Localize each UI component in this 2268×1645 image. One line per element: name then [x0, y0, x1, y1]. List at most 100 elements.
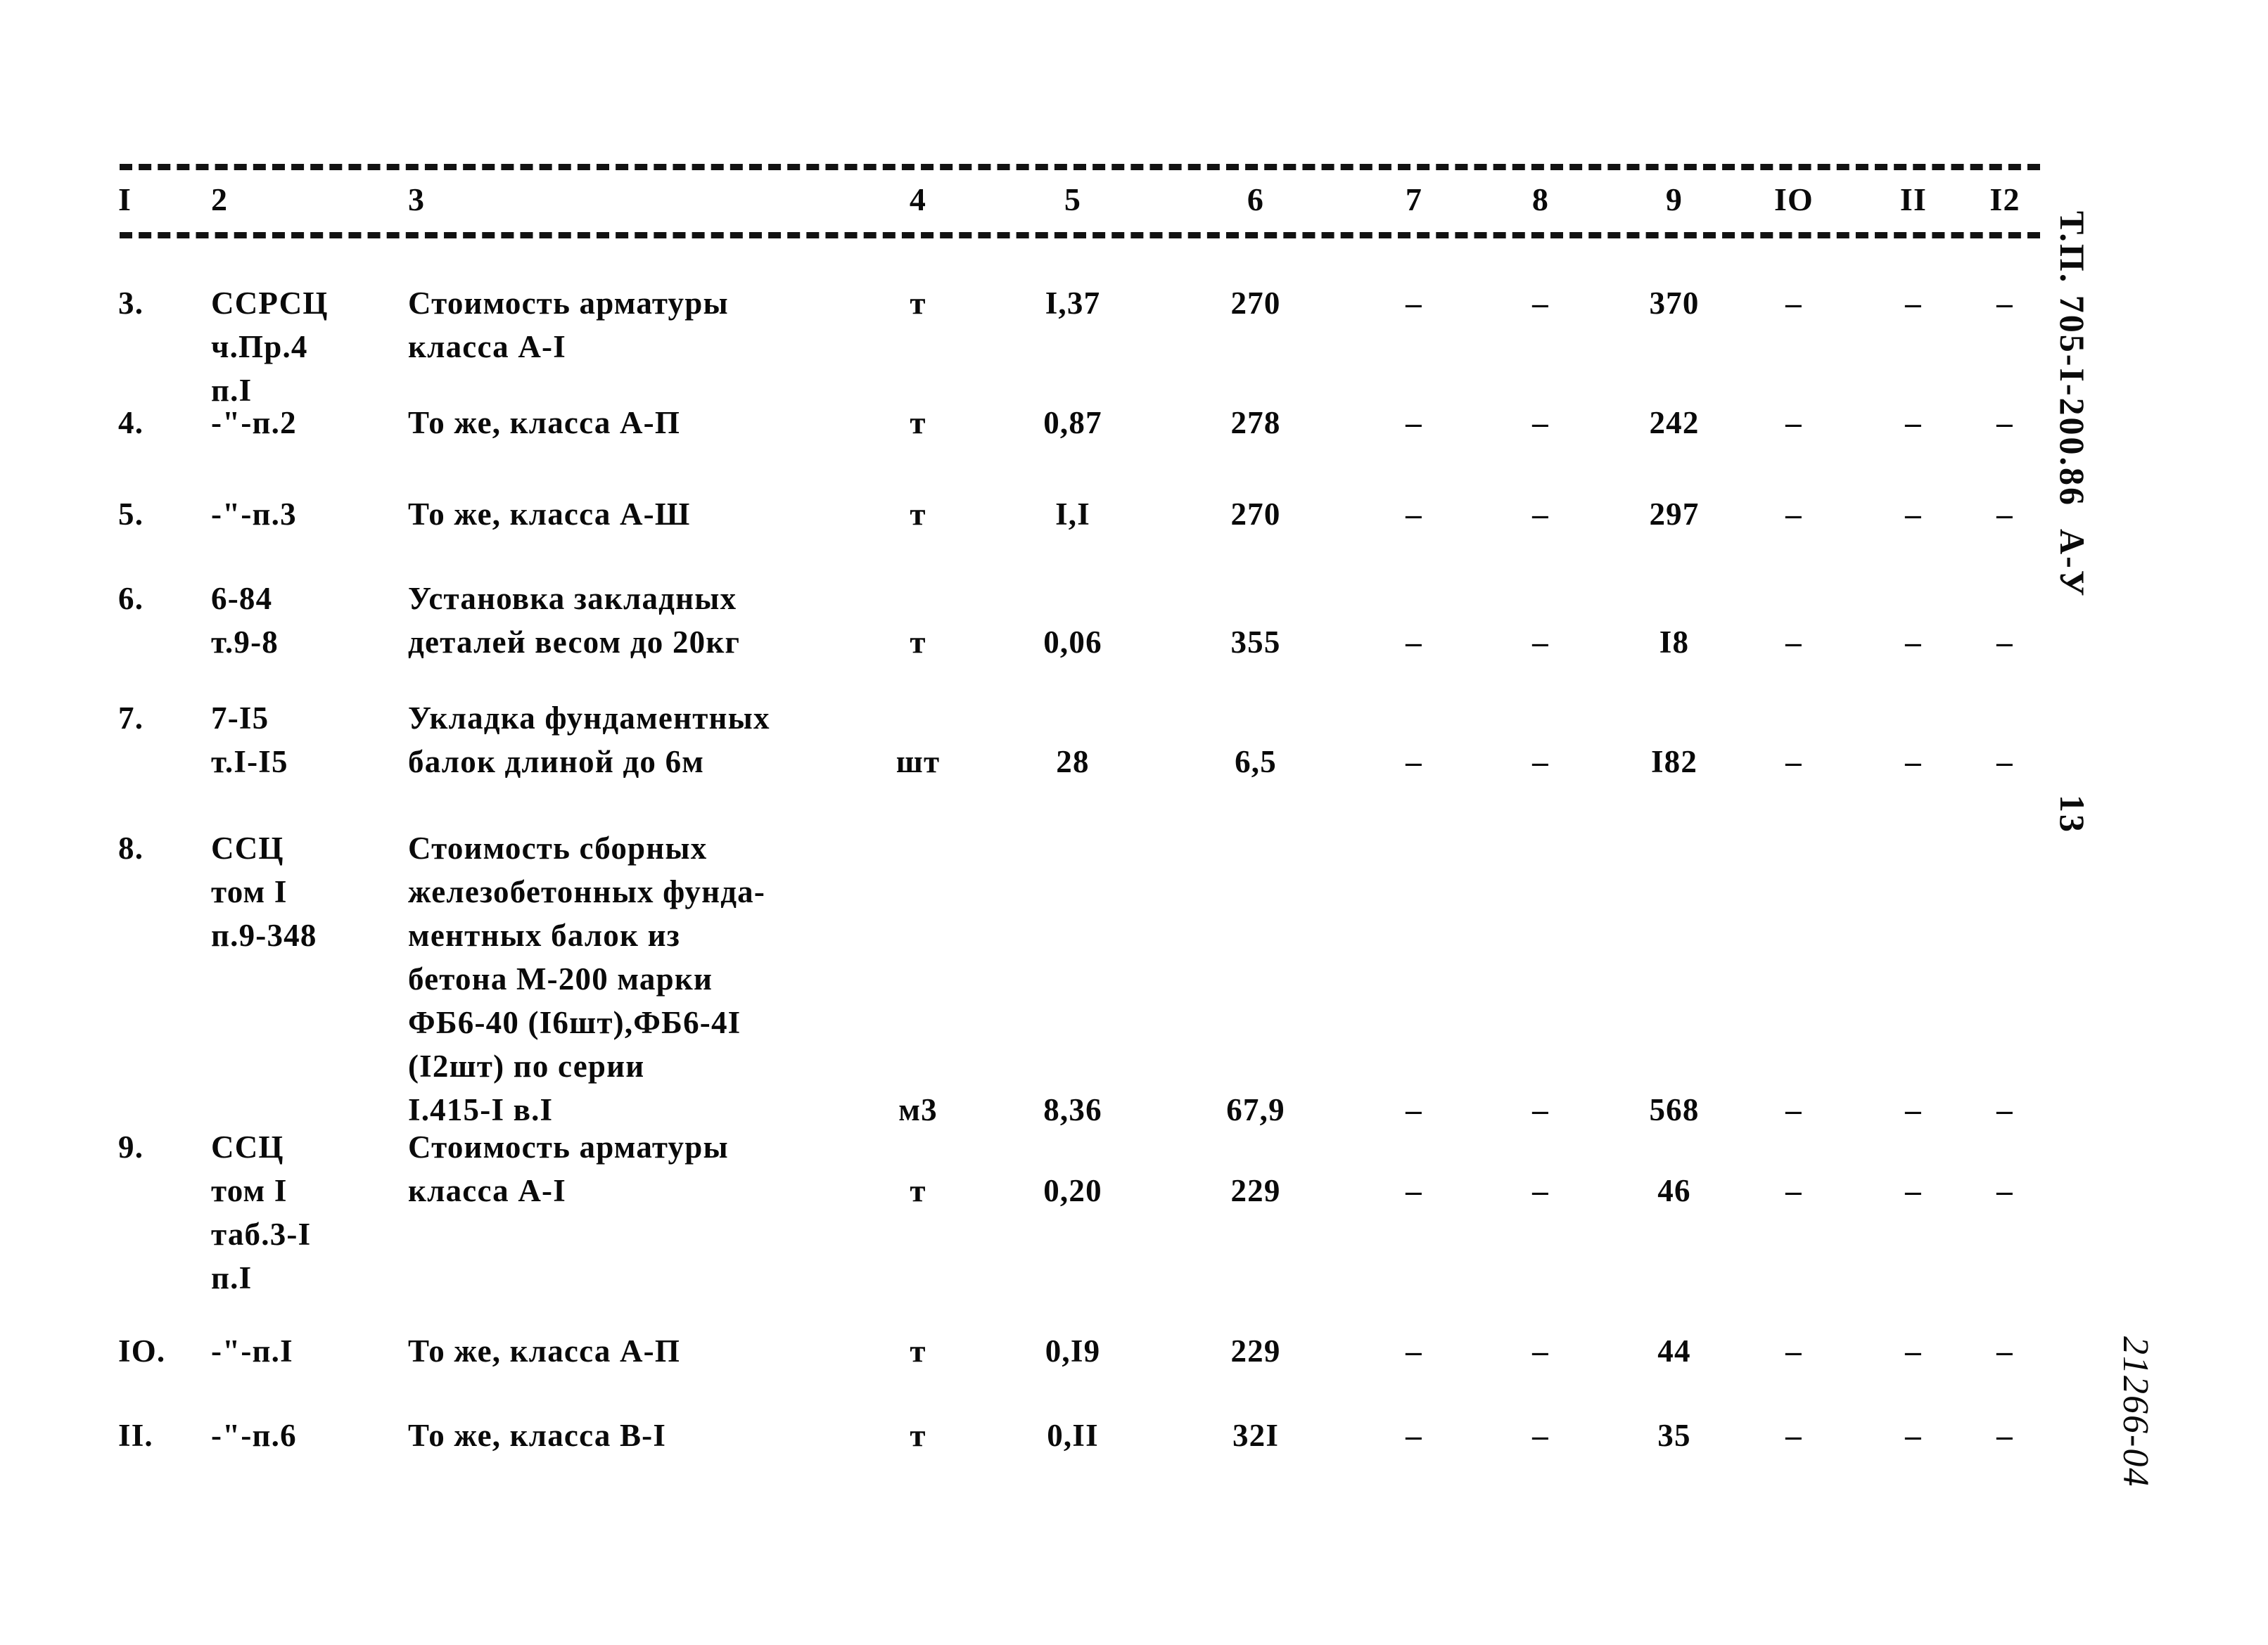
row-number: 4.	[118, 405, 144, 440]
row-col7: –	[1406, 1092, 1422, 1127]
row-col11: –	[1905, 497, 1922, 532]
row-unit: т	[910, 1333, 926, 1369]
row-col8: –	[1532, 405, 1549, 440]
row-col11: –	[1905, 1173, 1922, 1208]
row-col12: –	[1996, 286, 2013, 321]
row-col11: –	[1905, 625, 1922, 660]
row-col12: –	[1996, 1173, 2013, 1208]
row-code: 6-84 т.9-8	[211, 581, 279, 660]
column-header-12: I2	[1989, 181, 2020, 217]
row-col7: –	[1406, 286, 1422, 321]
row-col10: –	[1785, 286, 1802, 321]
row-quantity: 0,06	[1043, 625, 1102, 660]
row-number: 9.	[118, 1129, 144, 1165]
row-code: -"-п.2	[211, 405, 297, 440]
row-col10: –	[1785, 625, 1802, 660]
row-col12: –	[1996, 625, 2013, 660]
row-col7: –	[1406, 497, 1422, 532]
row-total: 46	[1657, 1173, 1691, 1208]
row-unit-price: 278	[1230, 405, 1281, 440]
table-header-bottom-rule	[120, 232, 2040, 238]
row-number: 5.	[118, 497, 144, 532]
row-description: Укладка фундаментных балок длиной до 6м	[408, 700, 770, 779]
row-unit-price: 6,5	[1235, 744, 1277, 779]
row-total: 370	[1649, 286, 1700, 321]
row-col7: –	[1406, 1173, 1422, 1208]
row-quantity: 0,I9	[1045, 1333, 1101, 1369]
row-col11: –	[1905, 1418, 1922, 1453]
row-col10: –	[1785, 497, 1802, 532]
row-col11: –	[1905, 405, 1922, 440]
column-header-7: 7	[1405, 181, 1423, 217]
row-col10: –	[1785, 1418, 1802, 1453]
row-col8: –	[1532, 286, 1549, 321]
column-header-3: 3	[408, 181, 426, 217]
row-col8: –	[1532, 497, 1549, 532]
row-quantity: I,I	[1055, 497, 1090, 532]
row-col7: –	[1406, 1333, 1422, 1369]
row-col7: –	[1406, 1418, 1422, 1453]
row-quantity: I,37	[1045, 286, 1101, 321]
row-col12: –	[1996, 405, 2013, 440]
row-total: 568	[1649, 1092, 1700, 1127]
row-quantity: 0,87	[1043, 405, 1102, 440]
row-code: ССРСЦ ч.Пр.4 п.I	[211, 286, 329, 408]
row-quantity: 0,20	[1043, 1173, 1102, 1208]
row-description: То же, класса А-П	[408, 1333, 681, 1369]
column-header-4: 4	[909, 181, 927, 217]
row-unit: т	[910, 405, 926, 440]
row-number: IO.	[118, 1333, 166, 1369]
row-unit: т	[910, 497, 926, 532]
row-unit-price: 67,9	[1226, 1092, 1285, 1127]
row-number: 6.	[118, 581, 144, 616]
row-description: Стоимость сборных железобетонных фунда-ме…	[408, 831, 766, 1127]
row-col7: –	[1406, 625, 1422, 660]
row-unit-price: 229	[1230, 1173, 1281, 1208]
row-col11: –	[1905, 286, 1922, 321]
row-col12: –	[1996, 1418, 2013, 1453]
row-code: ССЦ том Iп.9-348	[211, 831, 317, 953]
row-col12: –	[1996, 497, 2013, 532]
row-unit-price: 270	[1230, 497, 1281, 532]
row-code: -"-п.6	[211, 1418, 297, 1453]
row-col10: –	[1785, 744, 1802, 779]
row-description: Стоимость арматуры класса А-I	[408, 286, 729, 364]
row-description: Стоимость арматуры класса А-I	[408, 1129, 729, 1208]
row-col11: –	[1905, 1092, 1922, 1127]
row-quantity: 8,36	[1043, 1092, 1102, 1127]
vertical-project-code: Т.П. 705-I-200.86 А-У	[2053, 211, 2092, 599]
column-header-6: 6	[1247, 181, 1265, 217]
row-description: То же, класса А-П	[408, 405, 681, 440]
column-header-11: II	[1899, 181, 1928, 217]
row-total: 297	[1649, 497, 1700, 532]
row-col10: –	[1785, 1092, 1802, 1127]
row-col7: –	[1406, 405, 1422, 440]
document-page: I 2 3 4 5 6 7 8 9 IO II I2 3. ССРСЦ ч.Пр.4…	[0, 0, 2268, 1645]
row-number: II.	[118, 1418, 153, 1453]
row-total: 35	[1657, 1418, 1691, 1453]
row-code: ССЦ том Iтаб.3-I п.I	[211, 1129, 312, 1295]
column-header-5: 5	[1064, 181, 1082, 217]
row-code: -"-п.I	[211, 1333, 293, 1369]
row-col8: –	[1532, 1173, 1549, 1208]
row-total: I82	[1650, 744, 1698, 779]
row-col7: –	[1406, 744, 1422, 779]
row-col10: –	[1785, 1173, 1802, 1208]
row-description: Установка закладных деталей весом до 20кг	[408, 581, 741, 660]
vertical-archive-stamp: 21266-04	[2115, 1336, 2155, 1488]
column-header-10: IO	[1773, 181, 1814, 217]
row-description: То же, класса В-I	[408, 1418, 667, 1453]
row-col12: –	[1996, 1092, 2013, 1127]
row-number: 7.	[118, 700, 144, 736]
row-col12: –	[1996, 1333, 2013, 1369]
vertical-page-number: 13	[2053, 795, 2092, 834]
row-unit: т	[910, 1418, 926, 1453]
row-col8: –	[1532, 625, 1549, 660]
row-col8: –	[1532, 1333, 1549, 1369]
row-unit-price: 270	[1230, 286, 1281, 321]
row-col8: –	[1532, 744, 1549, 779]
row-unit-price: 355	[1230, 625, 1281, 660]
row-code: -"-п.3	[211, 497, 297, 532]
row-col12: –	[1996, 744, 2013, 779]
column-header-2: 2	[211, 181, 229, 217]
